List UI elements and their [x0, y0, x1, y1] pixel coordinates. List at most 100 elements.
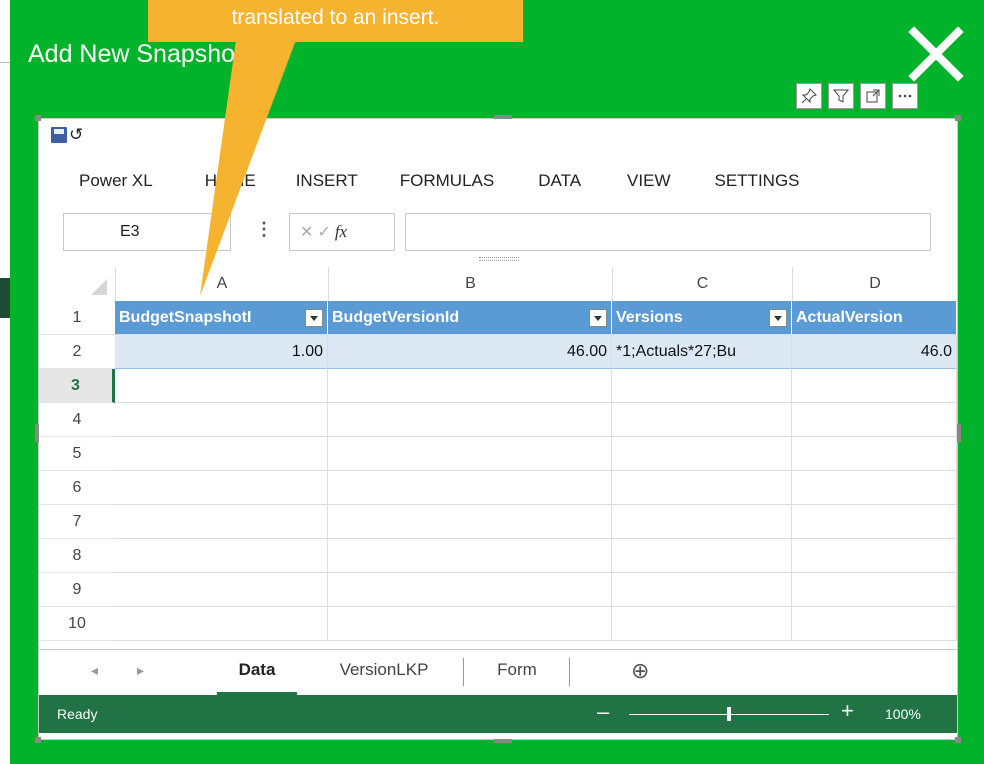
insert-function-button[interactable]: fx: [335, 222, 347, 242]
data-cell[interactable]: 1.00: [115, 335, 328, 369]
empty-cell[interactable]: [115, 573, 328, 607]
resize-handle-right[interactable]: [957, 424, 961, 442]
tab-home[interactable]: HOME: [205, 171, 256, 191]
header-cell-budget-snapshot-id[interactable]: BudgetSnapshotI: [115, 301, 328, 335]
focus-mode-icon[interactable]: [860, 83, 886, 109]
add-sheet-icon[interactable]: ⊕: [631, 658, 649, 684]
empty-cell[interactable]: [612, 539, 792, 573]
data-cell[interactable]: *1;Actuals*27;Bu: [612, 335, 792, 369]
empty-cell[interactable]: [115, 539, 328, 573]
empty-cell[interactable]: [328, 437, 612, 471]
filter-dropdown-icon[interactable]: [589, 309, 607, 327]
tab-settings[interactable]: SETTINGS: [715, 171, 800, 191]
zoom-level[interactable]: 100%: [885, 706, 921, 722]
empty-cell[interactable]: [792, 573, 957, 607]
table-row: 8: [39, 539, 957, 573]
empty-cell[interactable]: [612, 471, 792, 505]
sheet-tab-versionlkp[interactable]: VersionLKP: [311, 650, 457, 692]
header-cell-versions[interactable]: Versions: [612, 301, 792, 335]
empty-cell[interactable]: [328, 505, 612, 539]
column-header-d[interactable]: D: [792, 267, 957, 301]
tab-insert[interactable]: INSERT: [296, 171, 358, 191]
row-number[interactable]: 8: [39, 539, 115, 573]
more-formula-options-icon[interactable]: ⋮: [255, 219, 273, 240]
close-button[interactable]: [906, 24, 966, 84]
check-icon[interactable]: ✓: [317, 222, 330, 242]
row-number[interactable]: 4: [39, 403, 115, 437]
name-box[interactable]: E3: [63, 213, 231, 251]
tab-data[interactable]: DATA: [538, 171, 581, 191]
empty-cell[interactable]: [328, 539, 612, 573]
empty-cell[interactable]: [328, 369, 612, 403]
previous-sheet-icon[interactable]: ◂: [91, 662, 98, 679]
empty-cell[interactable]: [328, 471, 612, 505]
row-number[interactable]: 5: [39, 437, 115, 471]
row-number[interactable]: 10: [39, 607, 115, 641]
filter-dropdown-icon[interactable]: [305, 309, 323, 327]
more-options-icon[interactable]: [892, 83, 918, 109]
row-number[interactable]: 9: [39, 573, 115, 607]
empty-cell[interactable]: [612, 369, 792, 403]
column-header-a[interactable]: A: [115, 267, 328, 301]
filter-dropdown-icon[interactable]: [769, 309, 787, 327]
empty-cell[interactable]: [115, 437, 328, 471]
empty-cell[interactable]: [328, 403, 612, 437]
empty-cell[interactable]: [792, 539, 957, 573]
empty-cell[interactable]: [792, 471, 957, 505]
resize-handle-bottom[interactable]: [494, 739, 512, 743]
zoom-out-icon[interactable]: –: [597, 699, 609, 725]
sheet-tab-form[interactable]: Form: [469, 650, 565, 692]
formula-input[interactable]: [405, 213, 931, 251]
column-header-b[interactable]: B: [328, 267, 612, 301]
zoom-in-icon[interactable]: +: [841, 698, 854, 724]
column-header-c[interactable]: C: [612, 267, 792, 301]
resize-handle-top-right[interactable]: [955, 115, 961, 121]
sheet-tab-bar: ◂ ▸ Data VersionLKP Form ⊕: [39, 649, 957, 695]
formula-bar-resize-grip[interactable]: [479, 257, 519, 261]
empty-cell[interactable]: [792, 369, 957, 403]
resize-handle-bottom-left[interactable]: [35, 737, 41, 743]
resize-handle-top[interactable]: [494, 115, 512, 119]
empty-cell[interactable]: [792, 437, 957, 471]
row-number[interactable]: 1: [39, 301, 115, 335]
empty-cell[interactable]: [612, 505, 792, 539]
pin-icon[interactable]: [796, 83, 822, 109]
empty-cell[interactable]: [328, 573, 612, 607]
tab-formulas[interactable]: FORMULAS: [400, 171, 494, 191]
sheet-tab-data[interactable]: Data: [217, 650, 297, 695]
next-sheet-icon[interactable]: ▸: [137, 662, 144, 679]
resize-handle-bottom-right[interactable]: [955, 737, 961, 743]
select-all-corner[interactable]: [39, 267, 115, 301]
empty-cell[interactable]: [792, 505, 957, 539]
empty-cell[interactable]: [792, 403, 957, 437]
empty-cell[interactable]: [115, 607, 328, 641]
zoom-slider-thumb[interactable]: [727, 707, 731, 721]
data-cell[interactable]: 46.0: [792, 335, 957, 369]
empty-cell[interactable]: [328, 607, 612, 641]
empty-cell[interactable]: [612, 403, 792, 437]
filter-icon[interactable]: [828, 83, 854, 109]
row-number[interactable]: 2: [39, 335, 115, 369]
save-icon[interactable]: [51, 127, 67, 143]
empty-cell[interactable]: [115, 369, 328, 403]
dialog-title: Add New Snapshot: [28, 40, 243, 68]
empty-cell[interactable]: [612, 573, 792, 607]
resize-handle-top-left[interactable]: [35, 115, 41, 121]
header-cell-actual-version[interactable]: ActualVersion: [792, 301, 957, 335]
empty-cell[interactable]: [612, 607, 792, 641]
empty-cell[interactable]: [612, 437, 792, 471]
empty-cell[interactable]: [115, 403, 328, 437]
data-cell[interactable]: 46.00: [328, 335, 612, 369]
undo-icon[interactable]: ↺: [69, 126, 83, 143]
empty-cell[interactable]: [115, 505, 328, 539]
header-cell-label: BudgetSnapshotI: [119, 309, 252, 326]
row-number[interactable]: 6: [39, 471, 115, 505]
row-number[interactable]: 7: [39, 505, 115, 539]
header-cell-budget-version-id[interactable]: BudgetVersionId: [328, 301, 612, 335]
cancel-icon[interactable]: ✕: [300, 222, 313, 242]
tab-view[interactable]: VIEW: [627, 171, 670, 191]
row-number-active[interactable]: 3: [39, 369, 115, 403]
tab-power-xl[interactable]: Power XL: [79, 171, 153, 191]
empty-cell[interactable]: [115, 471, 328, 505]
empty-cell[interactable]: [792, 607, 957, 641]
